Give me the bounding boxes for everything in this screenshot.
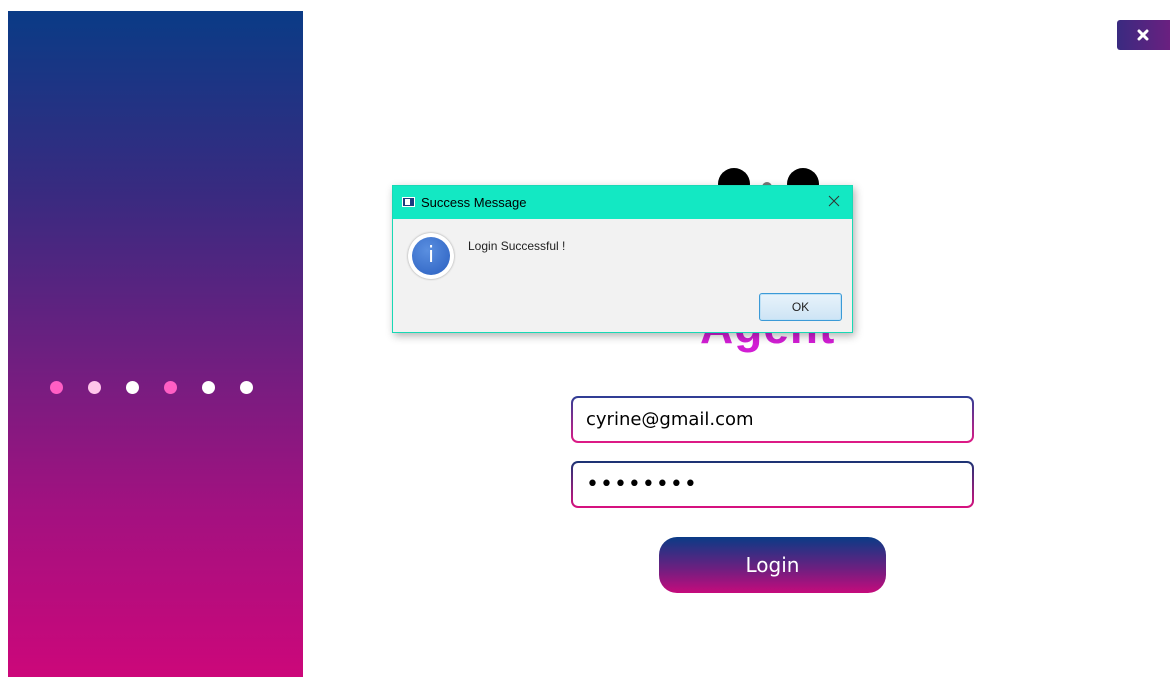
email-value[interactable]: cyrine@gmail.com [573,398,972,441]
login-button[interactable]: Login [659,537,886,593]
slide-dot[interactable] [164,381,177,394]
dialog-close-button[interactable] [822,191,846,213]
slide-dot[interactable] [50,381,63,394]
slide-dot[interactable] [202,381,215,394]
dialog-title: Success Message [421,195,527,210]
success-dialog: Success Message i Login Successful ! OK [392,185,853,333]
slide-indicator-dots [50,381,253,394]
password-value[interactable]: •••••••• [573,463,972,506]
app-window-icon [402,197,415,207]
window-close-button[interactable] [1117,20,1170,50]
dialog-titlebar[interactable]: Success Message [393,186,852,219]
close-icon [828,195,840,206]
slide-dot[interactable] [88,381,101,394]
close-x-icon [1137,29,1149,41]
email-field[interactable]: cyrine@gmail.com [571,396,974,443]
side-panel [8,11,303,677]
info-icon: i [408,233,454,279]
ok-button[interactable]: OK [759,293,842,321]
slide-dot[interactable] [240,381,253,394]
password-field[interactable]: •••••••• [571,461,974,508]
dialog-message: Login Successful ! [468,239,566,253]
slide-dot[interactable] [126,381,139,394]
